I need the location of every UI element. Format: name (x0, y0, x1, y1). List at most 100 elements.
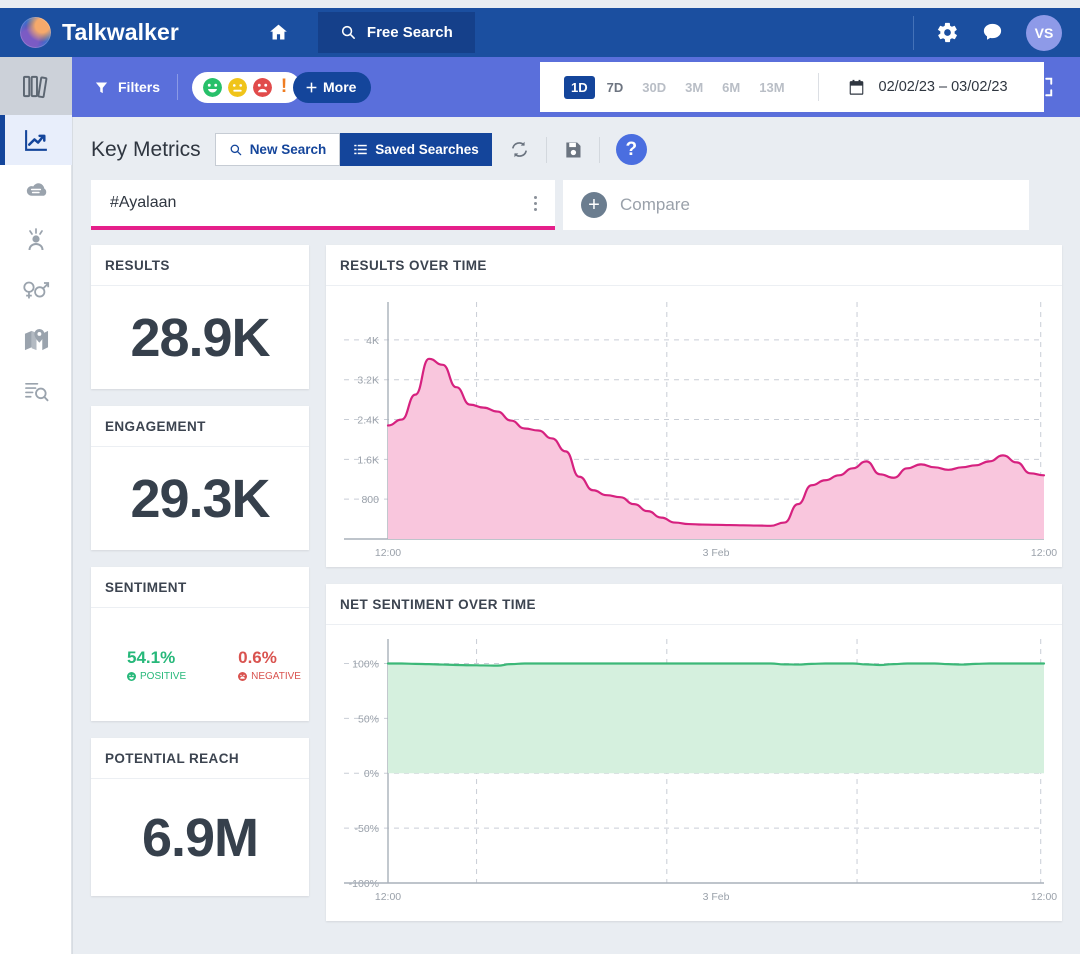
compare-placeholder: Compare (620, 195, 690, 214)
date-range-options: 1D 7D 30D 3M 6M 13M (564, 75, 792, 99)
sentiment-values: 54.1% POSITIVE 0.6% NEGATIVE (91, 608, 309, 721)
potential-reach-card-value: 6.9M (141, 807, 259, 868)
sidebar-item-results[interactable] (0, 365, 72, 415)
results-over-time-card: RESULTS OVER TIME 800 1.6K 2.4K 3.2K 4K 12:00… (326, 245, 1062, 567)
net-sentiment-over-time-card: NET SENTIMENT OVER TIME 100% 50% 0% -50% -10… (326, 584, 1062, 921)
sentiment-negative-label: NEGATIVE (251, 670, 301, 682)
brand-name: Talkwalker (62, 19, 179, 45)
filters-label: Filters (118, 79, 161, 95)
saved-searches-label: Saved Searches (375, 142, 479, 157)
books-icon (22, 75, 47, 98)
user-avatar[interactable]: VS (1026, 14, 1062, 51)
main-content: Key Metrics New Search Saved Searches ? … (72, 117, 1080, 954)
help-button[interactable]: ? (615, 134, 647, 165)
settings-button[interactable] (936, 21, 959, 44)
smile-small-icon (127, 671, 136, 681)
filters-button[interactable]: Filters (94, 79, 160, 95)
net-sentiment-over-time-plot: 100%50%0%-50%-100%12:00 3 Feb 12:00 (344, 639, 1057, 903)
date-range-3m[interactable]: 3M (678, 76, 710, 99)
date-range-bar: 1D 7D 30D 3M 6M 13M 02/02/23 – 03/02/23 (540, 62, 1044, 112)
search-input[interactable]: #Ayalaan (91, 180, 555, 230)
results-card: RESULTS 28.9K (91, 245, 309, 389)
floppy-save-icon[interactable] (563, 140, 583, 160)
svg-text:3 Feb: 3 Feb (703, 891, 730, 903)
home-button[interactable] (262, 16, 296, 50)
more-filters-button[interactable]: More (293, 71, 372, 103)
net-sentiment-over-time-title: NET SENTIMENT OVER TIME (326, 584, 1062, 625)
saved-searches-button[interactable]: Saved Searches (340, 133, 492, 166)
more-label: More (323, 79, 357, 95)
results-search-icon (24, 382, 48, 401)
kebab-menu-icon[interactable] (530, 192, 541, 215)
date-picker[interactable]: 02/02/23 – 03/02/23 (847, 78, 1008, 97)
engagement-card: ENGAGEMENT 29.3K (91, 406, 309, 550)
divider (913, 15, 914, 50)
search-term: #Ayalaan (110, 194, 177, 211)
brand-logo[interactable]: Talkwalker (20, 17, 179, 48)
svg-text:-50%: -50% (354, 823, 379, 835)
chat-icon (983, 23, 1002, 40)
sentiment-positive-label-row: POSITIVE (127, 671, 186, 682)
charts-column: RESULTS OVER TIME 800 1.6K 2.4K 3.2K 4K 12:00… (326, 245, 1062, 921)
free-search-button[interactable]: Free Search (317, 12, 475, 53)
map-icon (24, 328, 48, 350)
plus-circle-icon: + (581, 192, 607, 218)
smile-icon[interactable] (203, 77, 223, 97)
divider (598, 136, 600, 163)
sidebar-item-analytics[interactable] (0, 115, 72, 165)
search-icon (341, 25, 355, 39)
exclamation-icon[interactable]: ! (278, 76, 290, 97)
sidebar-rail (0, 57, 72, 954)
sentiment-negative-label-row: NEGATIVE (238, 671, 301, 682)
sidebar-item-influencers[interactable] (0, 215, 72, 265)
compare-input[interactable]: + Compare (563, 180, 1029, 230)
svg-text:12:00: 12:00 (1031, 891, 1057, 903)
sentiment-positive-label: POSITIVE (140, 670, 187, 682)
svg-text:4K: 4K (366, 335, 379, 347)
sidebar-item-geography[interactable] (0, 315, 72, 365)
sidebar-item-demographics[interactable] (0, 265, 72, 315)
new-search-label: New Search (249, 142, 327, 157)
sentiment-negative-value: 0.6% (238, 647, 277, 667)
refresh-icon[interactable] (509, 139, 530, 160)
svg-text:3.2K: 3.2K (357, 375, 379, 387)
messages-button[interactable] (981, 21, 1004, 44)
word-cloud-icon (26, 183, 46, 196)
plus-icon (306, 82, 317, 92)
date-range-1d[interactable]: 1D (564, 75, 595, 99)
results-over-time-plot: 800 1.6K 2.4K 3.2K 4K 12:00 3 Feb 12:00 (344, 302, 1057, 559)
talkwalker-logo-icon (20, 17, 51, 48)
neutral-face-icon[interactable] (228, 77, 248, 97)
top-bar-actions: VS (913, 14, 1080, 51)
net-sentiment-over-time-chart: 100% 50% 0% -50% -100% 12:00 3 Feb 12:00 (326, 625, 1062, 921)
potential-reach-card-title: POTENTIAL REACH (91, 738, 309, 779)
gender-icon (23, 281, 50, 299)
frown-icon[interactable] (253, 77, 273, 97)
sentiment-negative: 0.6% NEGATIVE (238, 648, 301, 682)
sentiment-filter-group: ! (192, 71, 302, 103)
results-over-time-title: RESULTS OVER TIME (326, 245, 1062, 286)
potential-reach-card: POTENTIAL REACH 6.9M (91, 738, 309, 896)
sidebar-item-cloud[interactable] (0, 165, 72, 215)
svg-text:800: 800 (361, 494, 379, 506)
engagement-card-value: 29.3K (130, 468, 270, 529)
results-card-title: RESULTS (91, 245, 309, 286)
sidebar-item-projects[interactable] (0, 57, 72, 115)
list-icon (354, 144, 367, 155)
svg-text:1.6K: 1.6K (357, 454, 379, 466)
sentiment-positive: 54.1% POSITIVE (127, 648, 186, 682)
date-range-30d[interactable]: 30D (635, 76, 673, 99)
results-card-value: 28.9K (130, 307, 270, 368)
date-range-6m[interactable]: 6M (715, 76, 747, 99)
date-range-13m[interactable]: 13M (752, 76, 791, 99)
svg-text:50%: 50% (358, 713, 379, 725)
trending-chart-icon (24, 129, 47, 151)
funnel-icon (95, 82, 108, 93)
calendar-icon (849, 79, 863, 95)
frown-small-icon (238, 671, 248, 681)
new-search-button[interactable]: New Search (214, 133, 341, 166)
date-range-7d[interactable]: 7D (600, 76, 631, 99)
metrics-grid: RESULTS 28.9K ENGAGEMENT 29.3K SENTIMENT… (73, 230, 1080, 921)
date-range-value: 02/02/23 – 03/02/23 (878, 79, 1008, 95)
divider (545, 136, 547, 163)
